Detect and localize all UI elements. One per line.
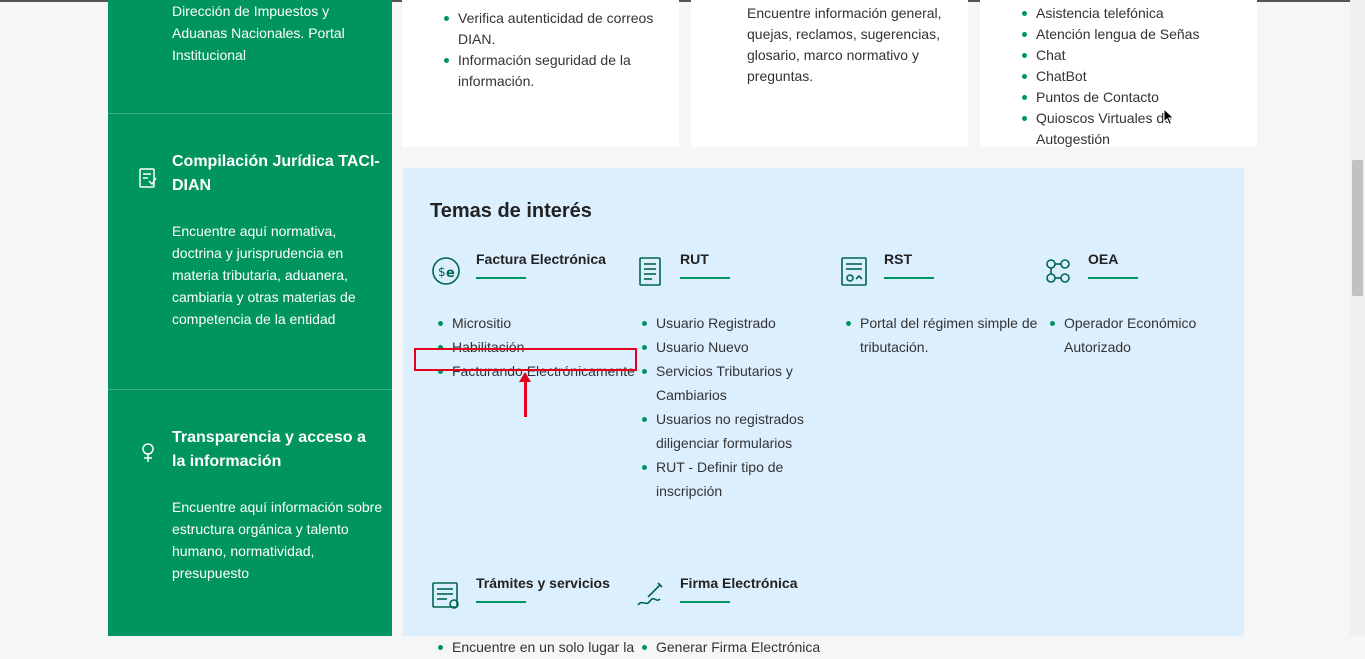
topic-title[interactable]: Trámites y servicios [476, 575, 610, 591]
list-item[interactable]: Asistencia telefónica [1018, 3, 1238, 24]
svg-text:e: e [446, 266, 455, 281]
vertical-scrollbar[interactable] [1350, 0, 1365, 636]
list-item[interactable]: Quioscos Virtuales de Autogestión [1018, 108, 1238, 150]
topic-oea: OEA Operador Económico Autorizado [1042, 251, 1246, 355]
section2-title[interactable]: Compilación Jurídica TACI-DIAN [172, 150, 382, 198]
topic-title[interactable]: Factura Electrónica [476, 251, 606, 267]
list-item[interactable]: Usuario Nuevo [634, 335, 842, 359]
card-text: Encuentre información general, quejas, r… [747, 5, 942, 84]
list-item[interactable]: Puntos de Contacto [1018, 87, 1238, 108]
scroll-thumb[interactable] [1352, 160, 1363, 296]
list-item[interactable]: Verifica autenticidad de correos DIAN. [440, 8, 660, 50]
section-title: Temas de interés [430, 200, 592, 222]
section2-desc: Encuentre aquí normativa, doctrina y jur… [172, 223, 356, 327]
topic-underline [476, 277, 526, 279]
list-item[interactable]: Usuarios no registrados diligenciar form… [634, 407, 842, 455]
list-item[interactable]: Usuario Registrado [634, 311, 842, 335]
topic-rst: RST Portal del régimen simple de tributa… [838, 251, 1042, 355]
divider [108, 113, 392, 114]
left-panel: Dirección de Impuestos y Aduanas Naciona… [108, 0, 392, 636]
topic-firma-electronica: Firma Electrónica Generar Firma Electrón… [634, 575, 838, 655]
card-seguridad: Verifica autenticidad de correos DIAN. I… [402, 0, 679, 147]
highlight-box [414, 348, 637, 371]
topic-title[interactable]: Firma Electrónica [680, 575, 798, 591]
list-item[interactable]: Portal del régimen simple de tributación… [838, 311, 1046, 359]
list-item[interactable]: Atención lengua de Señas [1018, 24, 1238, 45]
list-item[interactable]: Servicios Tributarios y Cambiarios [634, 359, 842, 407]
topic-factura-electronica: $ e Factura Electrónica Micrositio Habil… [430, 251, 635, 379]
dollar-e-icon: $ e [432, 257, 460, 285]
topic-title[interactable]: OEA [1088, 251, 1118, 267]
topic-underline [884, 277, 934, 279]
list-item[interactable]: Información seguridad de la información. [440, 50, 660, 92]
topic-underline [476, 601, 526, 603]
topic-underline [1088, 277, 1138, 279]
temas-de-interes-section: Temas de interés $ e Factura Electrónica… [403, 168, 1246, 655]
annotation-arrow [524, 380, 527, 417]
document-lines-icon [639, 257, 661, 286]
section1-desc: Dirección de Impuestos y Aduanas Naciona… [172, 3, 345, 63]
svg-text:$: $ [438, 265, 446, 279]
section3-title[interactable]: Transparencia y acceso a la información [172, 426, 382, 474]
list-item[interactable]: Chat [1018, 45, 1238, 66]
list-item[interactable]: ChatBot [1018, 66, 1238, 87]
topic-underline [680, 277, 730, 279]
link-micrositio[interactable]: Micrositio [430, 311, 638, 335]
signature-pen-icon [637, 582, 663, 606]
certificate-icon [841, 257, 867, 286]
list-item[interactable]: Generar Firma Electrónica [634, 635, 842, 659]
card-informacion: Encuentre información general, quejas, r… [691, 0, 968, 147]
list-item[interactable]: RUT - Definir tipo de inscripción [634, 455, 842, 503]
list-item[interactable]: Operador Económico Autorizado [1042, 311, 1250, 359]
mouse-cursor-icon [1163, 108, 1175, 126]
section3-desc: Encuentre aquí información sobre estruct… [172, 499, 383, 581]
list-item[interactable]: Encuentre en un solo lugar la [430, 635, 638, 659]
document-scale-icon [139, 168, 157, 188]
network-people-icon [1046, 259, 1070, 283]
topic-title[interactable]: RST [884, 251, 912, 267]
magnifier-icon [142, 443, 154, 462]
card-canales: Asistencia telefónica Atención lengua de… [980, 0, 1257, 147]
topic-rut: RUT Usuario Registrado Usuario Nuevo Ser… [634, 251, 838, 499]
form-list-icon [432, 582, 459, 609]
topic-underline [680, 601, 730, 603]
topic-title[interactable]: RUT [680, 251, 709, 267]
topic-tramites-y-servicios: Trámites y servicios Encuentre en un sol… [430, 575, 634, 655]
divider [108, 389, 392, 390]
